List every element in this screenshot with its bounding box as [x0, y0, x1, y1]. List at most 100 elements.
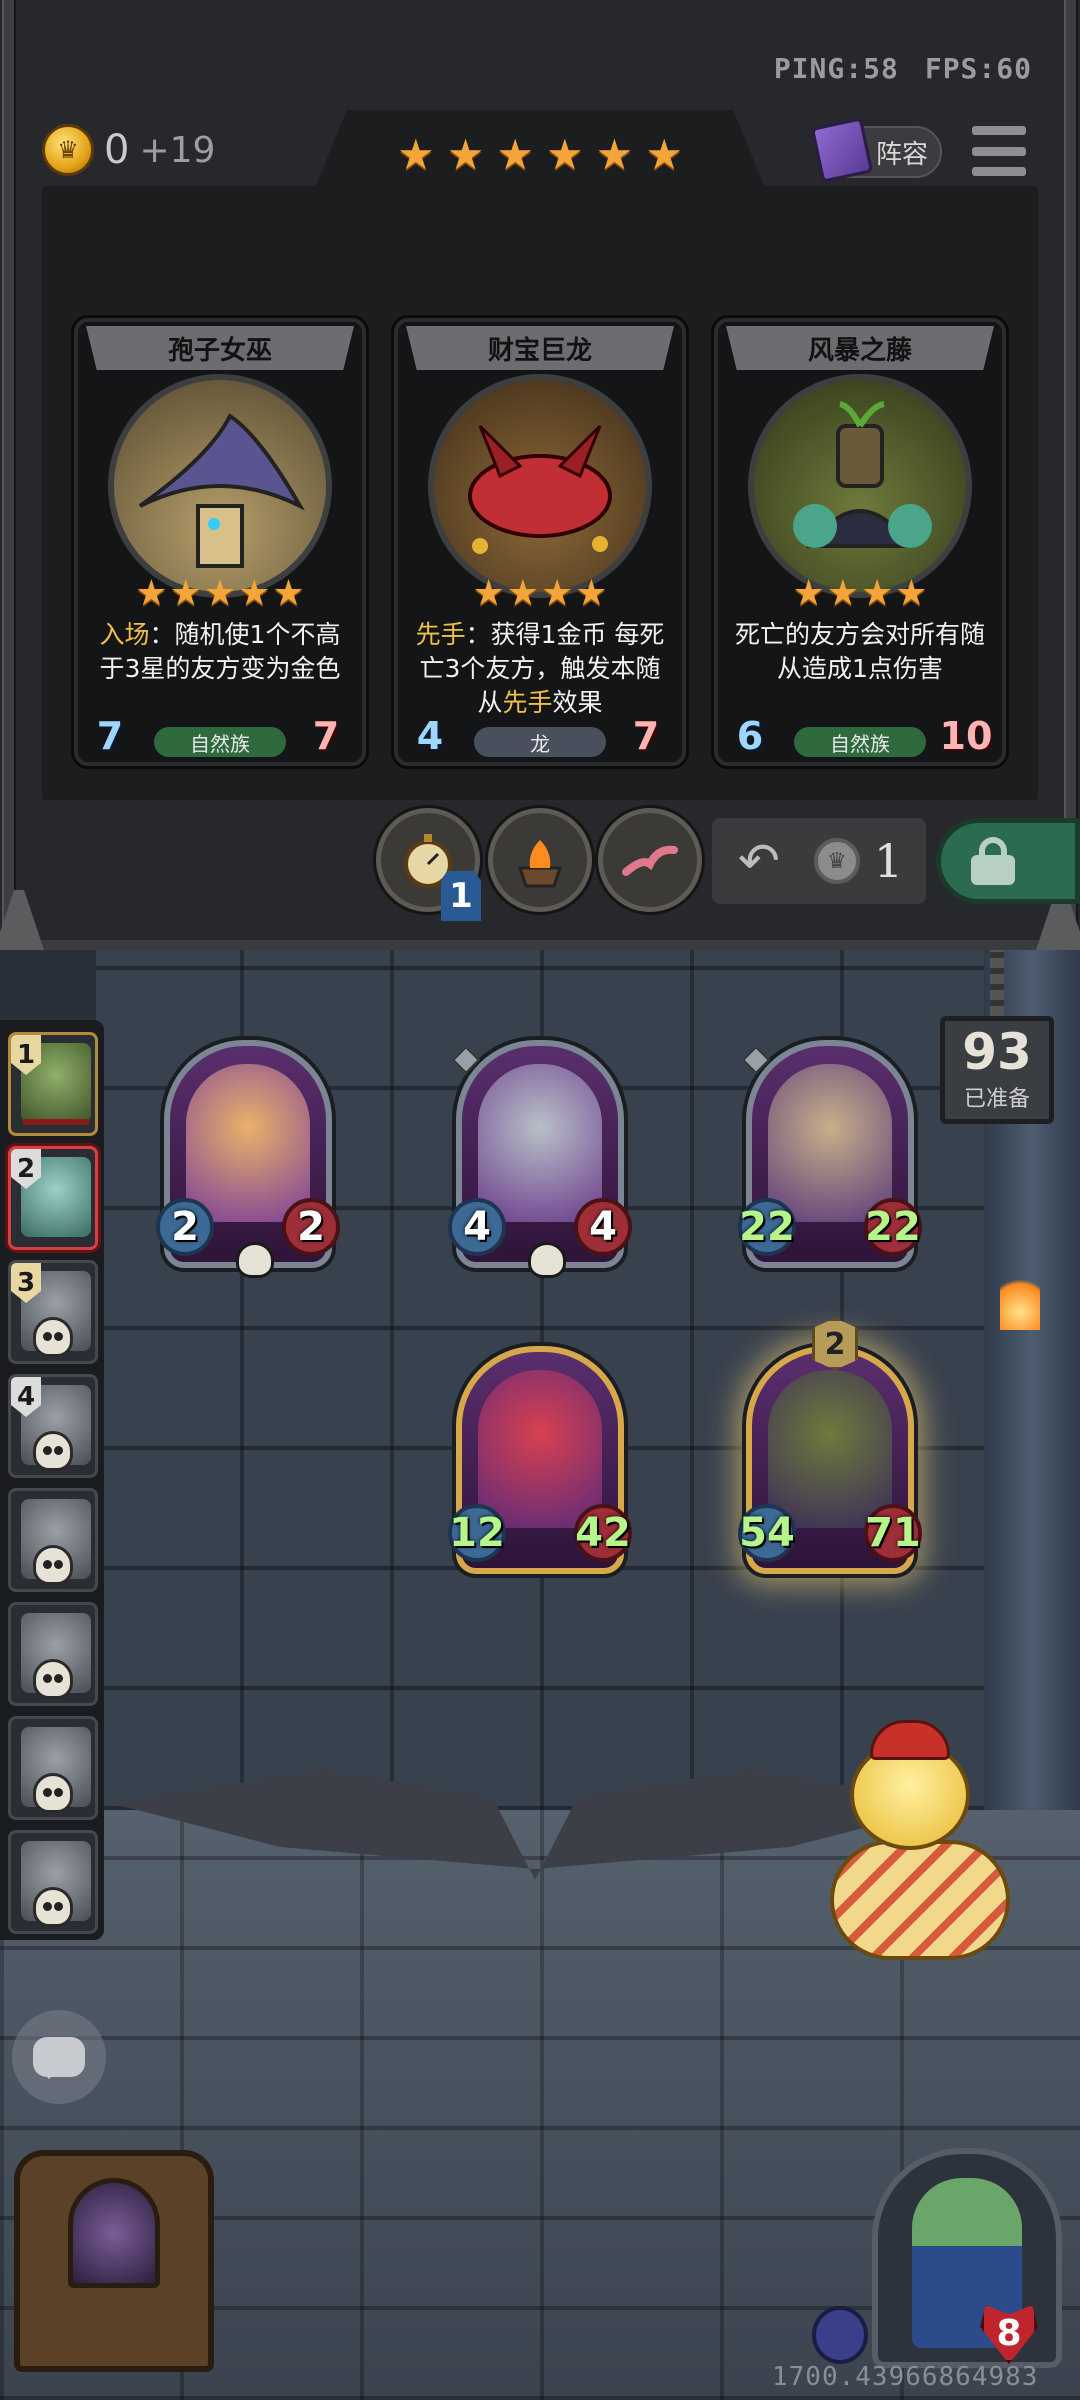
puppet-art: [186, 1064, 310, 1222]
gold-income: +19: [139, 129, 216, 171]
skull-icon: [33, 1887, 73, 1927]
ready-counter: 93 已准备: [940, 1016, 1054, 1124]
chat-button[interactable]: [12, 2010, 106, 2104]
shop-card[interactable]: 风暴之藤 ★ ★ ★ ★ 死亡的友方会对所有随从造成1点伤害 自然族 6 10: [714, 318, 1006, 766]
dragon-icon: [468, 424, 612, 554]
skull-icon: [33, 1317, 73, 1357]
tavern-button[interactable]: [14, 2150, 214, 2372]
frame-right: [1064, 0, 1078, 930]
chat-icon: [33, 2037, 85, 2079]
player-list: 1 2 3 4: [0, 1020, 104, 1940]
gold-value: 0: [104, 127, 130, 173]
lineup-button[interactable]: 阵容: [810, 117, 942, 183]
card-description: 先手：获得1金币 每死亡3个友方，触发本随从先手效果: [415, 620, 665, 717]
gold-coin-icon: ♛: [42, 124, 94, 176]
minion-attack: 12: [448, 1504, 506, 1562]
minion-level-badge: 2: [812, 1318, 858, 1370]
torch-icon: [1000, 1270, 1040, 1330]
brazier-icon: [517, 840, 563, 888]
hero-portrait[interactable]: [872, 2148, 1062, 2368]
snake-hat: [870, 1720, 950, 1760]
player-slot[interactable]: 3: [8, 1260, 98, 1364]
minion-attack: 4: [448, 1198, 506, 1256]
player-slot[interactable]: [8, 1716, 98, 1820]
player-slot[interactable]: [8, 1602, 98, 1706]
airship-art: [768, 1064, 892, 1222]
card-stars: ★ ★ ★ ★: [792, 573, 928, 614]
tier-star-icon: ★: [397, 130, 435, 179]
minion-health: 2: [282, 1198, 340, 1256]
skull-icon: [33, 1773, 73, 1813]
card-name: 风暴之藤: [726, 326, 994, 370]
card-attack: 6: [726, 710, 774, 762]
refresh-coin-icon: ♛: [813, 838, 860, 884]
card-name: 财宝巨龙: [406, 326, 674, 370]
coral-spell-button[interactable]: [598, 808, 702, 912]
player-slot[interactable]: 1: [8, 1032, 98, 1136]
shop-panel: PING:58 FPS:60 ♛ 0 +19 ★ ★ ★ ★ ★ ★ 阵容 孢子女…: [0, 0, 1080, 950]
ready-label: 已准备: [963, 1087, 1030, 1112]
gold-display: ♛ 0 +19: [42, 122, 215, 178]
snake-body: [830, 1840, 1010, 1960]
card-description: 死亡的友方会对所有随从造成1点伤害: [734, 620, 985, 683]
minion-attack: 22: [738, 1198, 796, 1256]
board-minion[interactable]: 2 54 71: [738, 1318, 922, 1574]
tier-star-icon: ★: [595, 130, 634, 179]
player-slot[interactable]: [8, 1830, 98, 1934]
deathrattle-skull-icon: [236, 1242, 274, 1278]
card-race: 自然族: [154, 727, 286, 757]
card-stars: ★ ★ ★ ★ ★: [135, 573, 305, 614]
minion-health: 42: [574, 1504, 632, 1562]
ready-count: 93: [962, 1023, 1032, 1081]
skull-icon: [33, 1659, 73, 1699]
minion-health: 71: [864, 1504, 922, 1562]
ping-text: PING:58: [773, 52, 899, 85]
card-name: 孢子女巫: [86, 326, 354, 370]
refresh-icon: ↶: [738, 832, 780, 890]
shield-icon: [812, 2306, 868, 2364]
chain: [990, 950, 1004, 1016]
skull-icon: [33, 1431, 73, 1471]
witch-hat-icon: [138, 413, 306, 568]
vine-art: [768, 1370, 892, 1528]
card-attack: 7: [86, 710, 134, 762]
lock-shop-button[interactable]: [936, 818, 1080, 904]
minion-health: 4: [574, 1198, 632, 1256]
timer-badge: 1: [441, 871, 481, 921]
tier-star-icon: ★: [645, 130, 683, 179]
shop-card[interactable]: 孢子女巫 ★ ★ ★ ★ ★ 入场：随机使1个不高于3星的友方变为金色 自然族 7 7: [74, 318, 366, 766]
menu-icon[interactable]: [972, 126, 1026, 176]
player-slot[interactable]: 2: [8, 1146, 98, 1250]
board-minion[interactable]: 4 4: [448, 1040, 632, 1278]
player-health-bar: [23, 1119, 89, 1125]
fire-spell-button[interactable]: [488, 808, 592, 912]
board-minion[interactable]: 2 2: [156, 1040, 340, 1278]
minion-health: 22: [864, 1198, 922, 1256]
robot-art: [478, 1064, 602, 1222]
tavern-window: [68, 2178, 160, 2288]
player-slot[interactable]: [8, 1488, 98, 1592]
card-race: 龙: [474, 727, 606, 757]
coral-icon: [622, 845, 678, 876]
card-health: 7: [298, 710, 354, 762]
shop-card[interactable]: 财宝巨龙 ★ ★ ★ ★ 先手：获得1金币 每死亡3个友方，触发本随从先手效果 龙 4…: [394, 318, 686, 766]
tier-star-icon: ★: [496, 130, 534, 179]
coordinate-readout: 1700.43966864983: [772, 2362, 1039, 2392]
timer-button[interactable]: 1: [376, 808, 481, 921]
refresh-button[interactable]: ↶ ♛ 1: [712, 818, 926, 904]
book-icon: [810, 117, 874, 183]
lineup-label: 阵容: [875, 139, 928, 170]
card-description: 入场：随机使1个不高于3星的友方变为金色: [99, 620, 341, 683]
lock-icon: [971, 837, 1015, 885]
player-slot[interactable]: 4: [8, 1374, 98, 1478]
board-minion[interactable]: 22 22: [738, 1040, 922, 1268]
frame-left: [2, 0, 16, 930]
card-portrait: [108, 374, 332, 598]
fps-text: FPS:60: [924, 52, 1032, 85]
clown-art: [478, 1370, 602, 1528]
board-minion[interactable]: 12 42: [448, 1346, 632, 1574]
card-race: 自然族: [794, 727, 926, 757]
card-attack: 4: [406, 710, 454, 762]
card-health: 10: [938, 710, 994, 762]
skull-icon: [33, 1545, 73, 1585]
